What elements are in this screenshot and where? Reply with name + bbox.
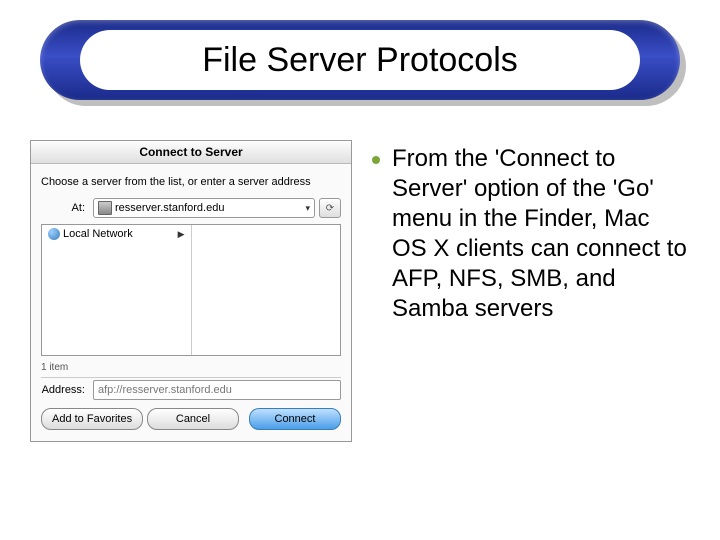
browser-item-label: Local Network [63, 228, 133, 240]
address-value: afp://resserver.stanford.edu [98, 384, 232, 396]
connect-button[interactable]: Connect [249, 408, 341, 430]
cancel-button[interactable]: Cancel [147, 408, 239, 430]
connect-to-server-dialog: Connect to Server Choose a server from t… [30, 140, 352, 442]
column-browser[interactable]: Local Network ▶ [41, 224, 341, 356]
content-area: Connect to Server Choose a server from t… [30, 140, 690, 520]
browser-item-local-network[interactable]: Local Network ▶ [42, 225, 191, 243]
browser-column-2 [192, 225, 341, 355]
at-row: At: resserver.stanford.edu ▾ ⟳ [41, 198, 341, 218]
dialog-title-bar: Connect to Server [31, 141, 351, 164]
dialog-instruction: Choose a server from the list, or enter … [41, 176, 341, 188]
bullet-item: From the 'Connect to Server' option of t… [372, 144, 690, 324]
chevron-right-icon: ▶ [178, 229, 185, 240]
at-combo[interactable]: resserver.stanford.edu ▾ [93, 198, 315, 218]
bullet-text: From the 'Connect to Server' option of t… [392, 144, 690, 324]
network-icon [48, 228, 60, 240]
at-label: At: [41, 202, 89, 214]
slide-title: File Server Protocols [202, 41, 518, 80]
title-bar: File Server Protocols [40, 20, 680, 100]
address-row: Address: afp://resserver.stanford.edu [41, 380, 341, 400]
browser-column-1: Local Network ▶ [42, 225, 192, 355]
status-line: 1 item [41, 362, 341, 378]
bullet-list: From the 'Connect to Server' option of t… [372, 140, 690, 520]
slide: File Server Protocols Connect to Server … [0, 0, 720, 540]
at-value: resserver.stanford.edu [115, 202, 224, 214]
address-input[interactable]: afp://resserver.stanford.edu [93, 380, 341, 400]
bullet-dot-icon [372, 156, 380, 164]
dialog-buttons: Add to Favorites Cancel Connect [41, 408, 341, 430]
chevron-updown-icon: ▾ [305, 203, 310, 214]
refresh-button[interactable]: ⟳ [319, 198, 341, 218]
server-icon [98, 201, 112, 215]
address-label: Address: [41, 384, 89, 396]
add-to-favorites-button[interactable]: Add to Favorites [41, 408, 143, 430]
dialog-title: Connect to Server [139, 145, 242, 159]
